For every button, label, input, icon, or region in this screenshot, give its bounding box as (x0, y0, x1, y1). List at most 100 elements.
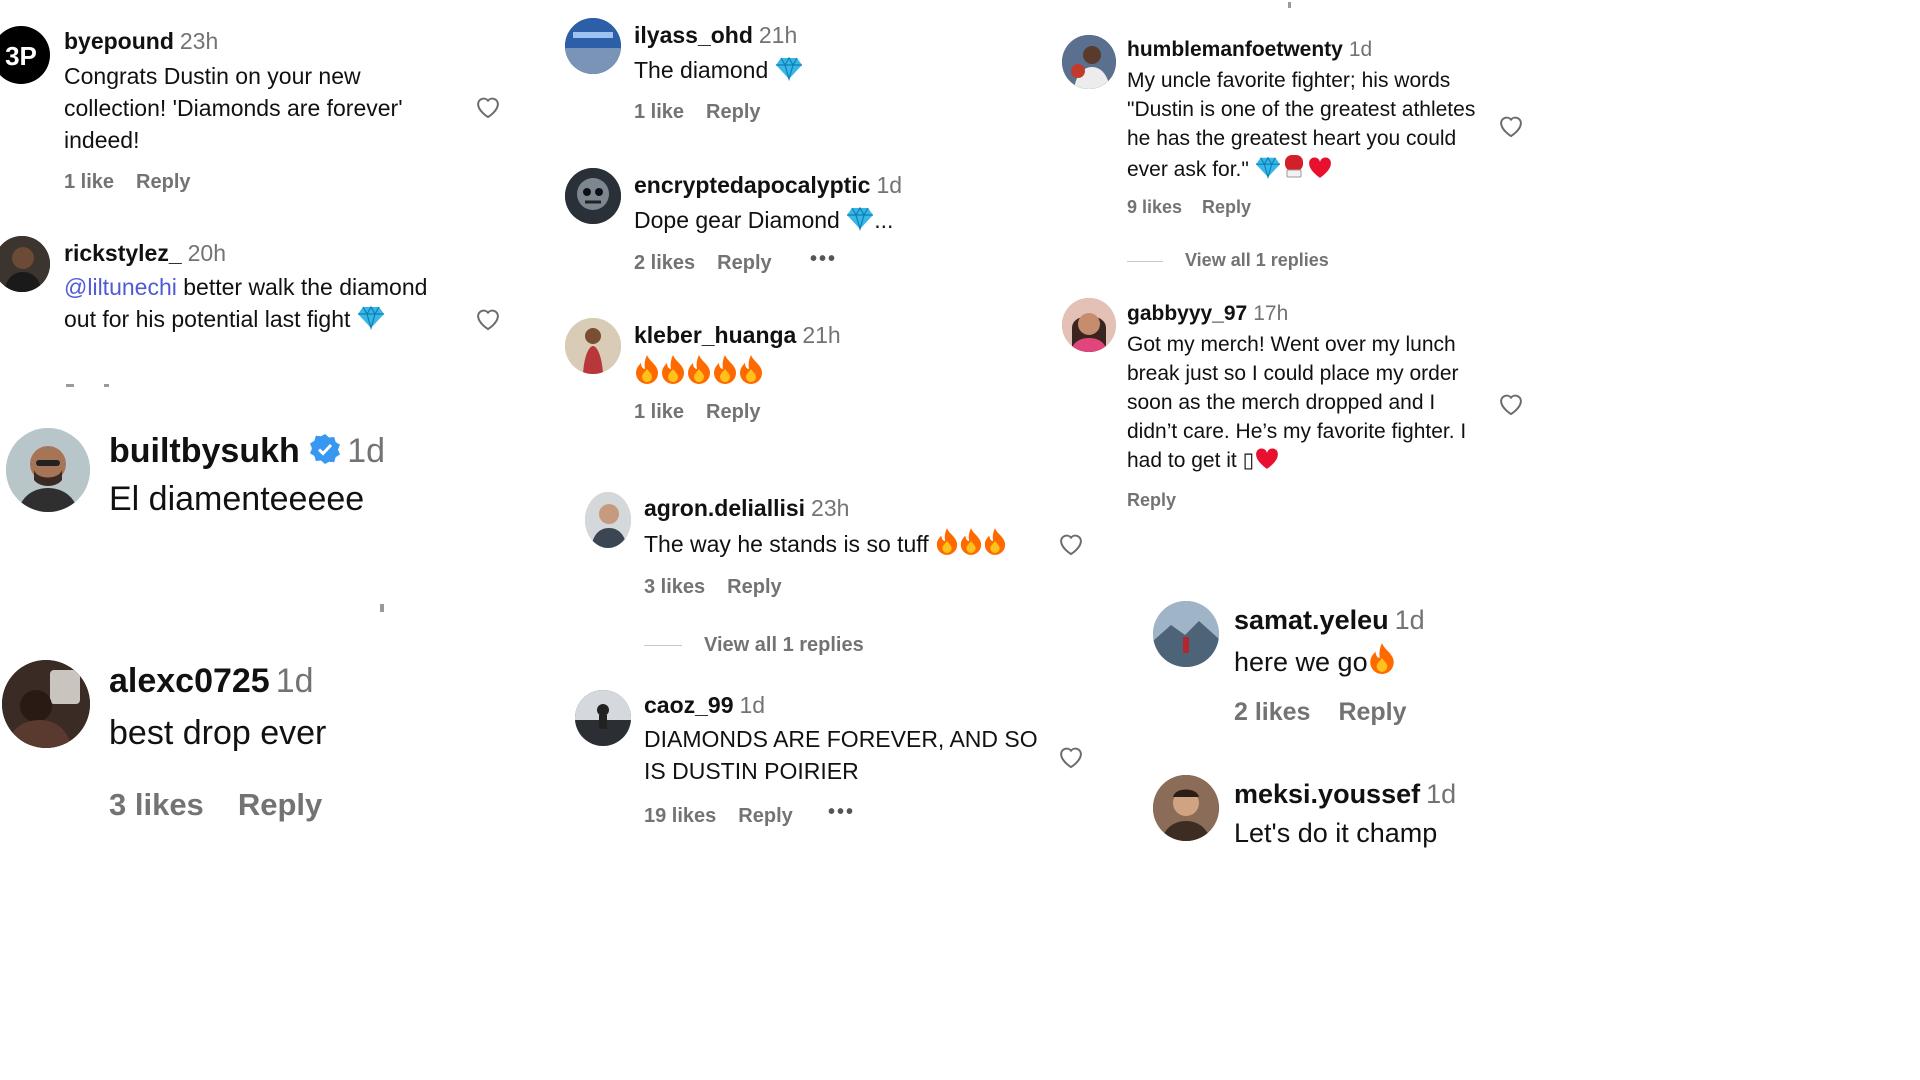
likes-count[interactable]: 3 likes (644, 576, 705, 598)
avatar[interactable] (1062, 35, 1116, 89)
reply-button[interactable]: Reply (717, 252, 771, 274)
comment-text: Let's do it champ (1234, 818, 1438, 848)
avatar[interactable] (565, 18, 621, 74)
fire-emoji-icon (660, 354, 686, 389)
comment-header: gabbyyy_97 17h (1127, 302, 1288, 326)
likes-count[interactable]: 1 like (634, 101, 684, 123)
comment-body: Dope gear Diamond (634, 207, 840, 233)
likes-count[interactable]: 2 likes (1234, 698, 1310, 726)
cropped-text-fragment (66, 384, 74, 387)
likes-count[interactable]: 9 likes (1127, 197, 1182, 217)
username[interactable]: meksi.youssef (1234, 779, 1420, 809)
avatar[interactable] (585, 492, 631, 548)
comment-header: encryptedapocalyptic 1d (634, 172, 902, 199)
timestamp: 1d (275, 662, 314, 700)
likes-count[interactable]: 3 likes (109, 787, 204, 822)
likes-count[interactable]: 1 like (64, 171, 114, 193)
comment-header: builtbysukh 1d (109, 432, 385, 474)
comment-header: byepound 23h (64, 28, 218, 55)
likes-count[interactable]: 19 likes (644, 805, 716, 827)
comment-header: caoz_99 1d (644, 692, 765, 719)
avatar[interactable] (2, 660, 90, 748)
timestamp: 1d (1426, 779, 1457, 809)
cropped-text-fragment (1288, 2, 1291, 8)
username[interactable]: rickstylez_ (64, 240, 182, 266)
avatar[interactable] (565, 168, 621, 224)
replies-divider-line (1127, 260, 1163, 262)
timestamp: 1d (347, 432, 386, 470)
fire-emoji-icon (935, 527, 959, 563)
reply-button[interactable]: Reply (1127, 490, 1176, 510)
comment-header: meksi.youssef 1d (1234, 779, 1456, 810)
more-options-icon[interactable]: ••• (810, 248, 837, 271)
username[interactable]: samat.yeleu (1234, 605, 1389, 635)
fire-emoji-icon (1368, 642, 1396, 683)
comment-actions: 19 likes Reply (644, 805, 793, 828)
comment-text: El diamenteeeee (109, 480, 365, 518)
username[interactable]: kleber_huanga (634, 322, 796, 348)
diamond-emoji-icon (357, 304, 385, 338)
username[interactable]: builtbysukh (109, 432, 300, 470)
username[interactable]: agron.deliallisi (644, 495, 805, 521)
fire-emoji-icon (712, 354, 738, 389)
avatar[interactable] (1062, 298, 1116, 352)
username[interactable]: alexc0725 (109, 662, 270, 700)
view-replies-button[interactable]: View all 1 replies (1127, 250, 1329, 271)
comment-actions: 1 like Reply (64, 171, 191, 194)
username[interactable]: humblemanfoetwenty (1127, 38, 1343, 61)
like-heart-icon[interactable] (1497, 390, 1525, 416)
comment-actions: 2 likes Reply (634, 252, 772, 275)
reply-button[interactable]: Reply (1202, 197, 1251, 217)
reply-button[interactable]: Reply (738, 805, 792, 827)
likes-count[interactable]: 2 likes (634, 252, 695, 274)
fire-emoji-icon (686, 354, 712, 389)
fire-emoji-icon (959, 527, 983, 563)
reply-button[interactable]: Reply (706, 401, 760, 423)
comment-text: Got my merch! Went over my lunch break j… (1127, 330, 1487, 478)
like-heart-icon[interactable] (1057, 530, 1085, 556)
reply-button[interactable]: Reply (1338, 698, 1406, 726)
comment-text: The way he stands is so tuff (644, 527, 1007, 563)
replies-divider-line (644, 645, 682, 647)
likes-count[interactable]: 1 like (634, 401, 684, 423)
view-replies-label: View all 1 replies (704, 634, 864, 656)
view-replies-button[interactable]: View all 1 replies (644, 634, 864, 657)
avatar[interactable] (6, 428, 90, 512)
timestamp: 23h (179, 28, 219, 54)
comment-text: here we go (1234, 642, 1396, 683)
reply-button[interactable]: Reply (727, 576, 781, 598)
avatar[interactable] (1153, 601, 1219, 667)
reply-button[interactable]: Reply (706, 101, 760, 123)
like-heart-icon[interactable] (474, 93, 502, 119)
comment-text: @liltunechi better walk the diamond out … (64, 271, 444, 338)
username[interactable]: ilyass_ohd (634, 22, 753, 48)
avatar[interactable]: 3P (0, 26, 50, 84)
view-replies-label: View all 1 replies (1185, 250, 1329, 270)
avatar[interactable] (1153, 775, 1219, 841)
like-heart-icon[interactable] (1057, 743, 1085, 769)
username[interactable]: caoz_99 (644, 692, 734, 718)
timestamp: 23h (811, 495, 850, 521)
username[interactable]: gabbyyy_97 (1127, 302, 1247, 325)
diamond-emoji-icon (1255, 155, 1281, 187)
username[interactable]: byepound (64, 28, 174, 54)
mention-link[interactable]: @liltunechi (64, 274, 177, 300)
reply-button[interactable]: Reply (136, 171, 190, 193)
avatar[interactable] (0, 236, 50, 292)
username[interactable]: encryptedapocalyptic (634, 172, 870, 198)
more-options-icon[interactable]: ••• (828, 801, 855, 824)
avatar[interactable] (565, 318, 621, 374)
timestamp: 21h (802, 322, 841, 348)
timestamp: 1d (739, 692, 766, 718)
comment-text: Dope gear Diamond ... (634, 204, 893, 239)
reply-button[interactable]: Reply (238, 787, 322, 822)
boxing-glove-emoji-icon (1281, 153, 1307, 187)
like-heart-icon[interactable] (1497, 112, 1525, 138)
truncation-ellipsis: ... (874, 207, 894, 233)
timestamp: 1d (1394, 605, 1425, 635)
comment-actions: 3 likes Reply (109, 787, 322, 823)
timestamp: 1d (876, 172, 903, 198)
avatar[interactable] (575, 690, 631, 746)
like-heart-icon[interactable] (474, 305, 502, 331)
verified-badge-icon (309, 433, 341, 474)
